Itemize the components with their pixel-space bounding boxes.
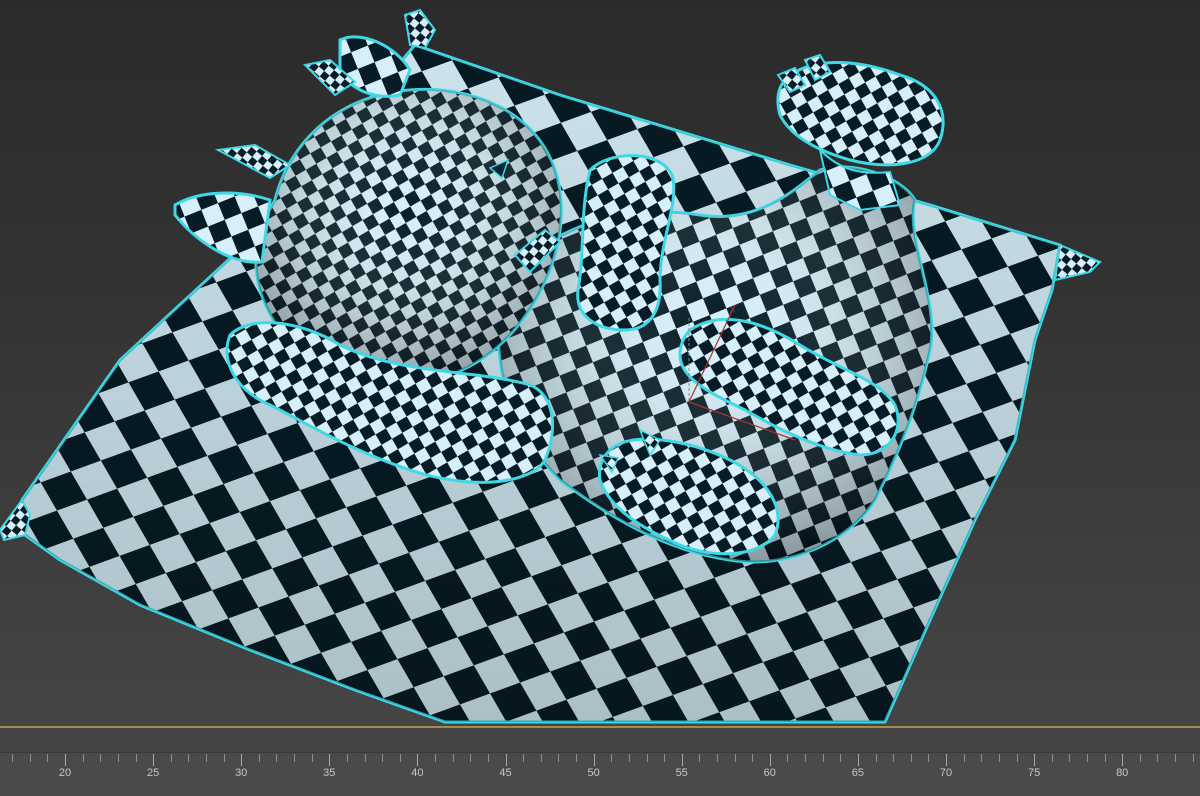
ruler-tick (188, 754, 190, 762)
ruler-tick (1192, 754, 1194, 762)
ruler-tick (822, 754, 824, 762)
ruler-tick (769, 754, 771, 766)
ruler-tick (12, 754, 14, 762)
ruler-frame-label: 65 (851, 767, 865, 779)
ruler-frame-label: 60 (763, 767, 776, 779)
ruler-tick (170, 754, 172, 762)
ruler-tick (998, 754, 1000, 762)
ruler-tick (1069, 754, 1071, 762)
ruler-frame-label: 80 (1116, 767, 1129, 779)
ruler-tick (399, 754, 401, 762)
ruler-frame-label: 25 (146, 767, 160, 779)
ruler-tick (417, 754, 419, 766)
ruler-tick (875, 754, 877, 762)
ruler-tick (65, 754, 66, 766)
ruler-tick (435, 754, 436, 762)
ruler-frame-label: 55 (675, 767, 688, 779)
ruler-tick (1157, 754, 1159, 762)
ruler-frame-label: 50 (587, 767, 600, 779)
ruler-tick (382, 754, 384, 762)
ruler-tick (752, 754, 754, 762)
ruler-tick (857, 754, 859, 766)
ruler-tick (258, 754, 260, 762)
ruler-tick (505, 754, 507, 766)
ruler-tick (1087, 754, 1088, 762)
ruler-tick (523, 754, 525, 762)
scene-render: x (0, 8, 1102, 724)
ruler-tick (153, 754, 155, 766)
ruler-tick (840, 754, 842, 762)
ruler-tick (1122, 754, 1124, 766)
ruler-tick (364, 754, 366, 762)
ruler-frame-label: 30 (235, 767, 248, 779)
ruler-tick (576, 754, 577, 762)
ruler-tick (452, 754, 454, 762)
ruler-tick (558, 754, 560, 762)
ruler-tick (1051, 754, 1053, 762)
ruler-frame-label: 45 (499, 767, 512, 779)
ruler-tick (487, 754, 489, 762)
ruler-tick (294, 754, 296, 762)
ruler-tick (1104, 754, 1106, 762)
ruler-frame-label: 75 (1027, 767, 1041, 779)
ruler-frame-label: 70 (939, 767, 953, 779)
ruler-tick (470, 754, 472, 762)
ruler-tick (1139, 754, 1141, 762)
ruler-tick (893, 754, 895, 762)
svg-text:x: x (730, 305, 736, 315)
ruler-tick (346, 754, 348, 762)
ruler-tick (1034, 754, 1036, 766)
ruler-tick (593, 754, 595, 766)
ruler-frame-label: 35 (323, 767, 336, 779)
ruler-tick (787, 754, 789, 762)
ruler-tick (910, 754, 912, 762)
ruler-tick (241, 754, 243, 766)
ruler-tick (805, 754, 806, 762)
ruler-tick (646, 754, 648, 762)
ruler-tick (716, 754, 718, 762)
ruler-tick (664, 754, 666, 762)
ruler-tick (540, 754, 542, 762)
ruler-frame-label: 20 (58, 767, 72, 779)
ruler-tick (734, 754, 736, 762)
ruler-tick (946, 754, 947, 766)
3d-viewport[interactable]: x (0, 0, 1200, 727)
ruler-frame-label: 40 (411, 767, 424, 779)
timeline-panel[interactable]: 20 25 30 35 40 45 50 55 60 65 70 75 80 (0, 728, 1200, 796)
ruler-tick (100, 754, 102, 762)
ruler-tick (681, 754, 683, 766)
ruler-tick (981, 754, 983, 762)
ruler-tick (117, 754, 119, 762)
ruler-tick (82, 754, 84, 762)
ruler-tick (1016, 754, 1018, 762)
ruler-tick (329, 754, 331, 766)
ruler-tick (611, 754, 613, 762)
ruler-tick (29, 754, 31, 762)
frame-ruler[interactable]: 20 25 30 35 40 45 50 55 60 65 70 75 80 (0, 752, 1200, 796)
ruler-tick (1175, 754, 1177, 762)
ruler-tick (47, 754, 49, 762)
ruler-tick (699, 754, 701, 762)
ruler-tick (223, 754, 225, 762)
ruler-tick (928, 754, 930, 762)
ruler-tick (206, 754, 207, 762)
ruler-tick (311, 754, 313, 762)
ruler-tick (963, 754, 965, 762)
ruler-tick (276, 754, 278, 762)
ruler-tick (135, 754, 137, 762)
ruler-tick (628, 754, 630, 762)
